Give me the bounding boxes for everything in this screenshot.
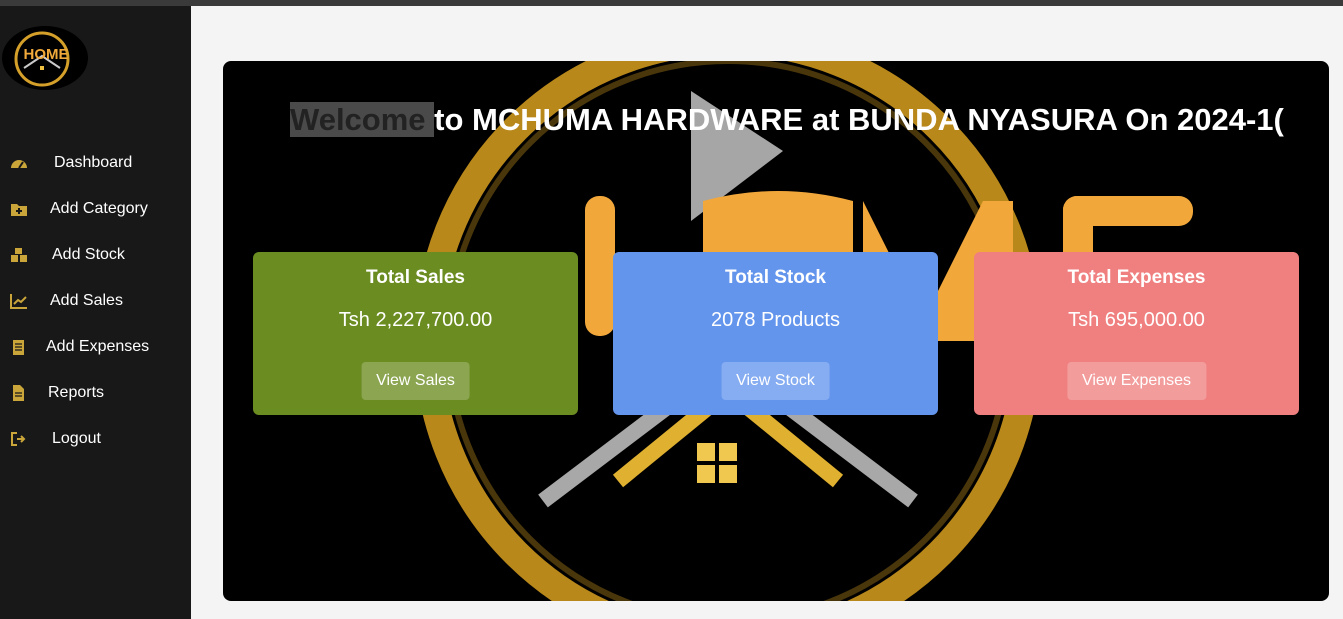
sidebar-item-label: Reports xyxy=(48,384,105,401)
sidebar-item-logout[interactable]: Logout xyxy=(0,416,191,462)
view-expenses-button[interactable]: View Expenses xyxy=(1066,362,1207,400)
sidebar-item-label: Add Expenses xyxy=(46,338,150,355)
home-logo[interactable]: HOME xyxy=(2,26,88,90)
total-expenses-card: Total Expenses Tsh 695,000.00 View Expen… xyxy=(974,252,1299,415)
card-value: Tsh 2,227,700.00 xyxy=(338,309,493,331)
file-text-icon xyxy=(13,385,24,401)
card-title: Total Stock xyxy=(725,267,826,288)
card-title: Total Sales xyxy=(366,267,465,288)
view-stock-button[interactable]: View Stock xyxy=(721,362,830,400)
total-sales-card: Total Sales Tsh 2,227,700.00 View Sales xyxy=(253,252,578,415)
dashboard-panel: Welcome to MCHUMA HARDWARE at BUNDA NYAS… xyxy=(223,61,1329,601)
sidebar-item-label: Dashboard xyxy=(54,154,133,171)
sidebar-item-add-sales[interactable]: Add Sales xyxy=(0,278,191,324)
total-stock-card: Total Stock 2078 Products View Stock xyxy=(613,252,938,415)
card-value: 2078 Products xyxy=(711,309,840,331)
sidebar-item-label: Add Sales xyxy=(50,292,123,309)
sidebar-item-label: Logout xyxy=(52,430,101,447)
svg-text:HOME: HOME xyxy=(24,46,69,63)
welcome-highlight: Welcome xyxy=(290,102,435,137)
card-title: Total Expenses xyxy=(1067,267,1206,288)
boxes-icon xyxy=(11,248,27,262)
sidebar: HOME Dashboard Add Category Add Stock Ad… xyxy=(0,6,191,619)
sign-out-icon xyxy=(11,432,26,446)
sidebar-item-dashboard[interactable]: Dashboard xyxy=(0,140,191,186)
welcome-text: to MCHUMA HARDWARE at BUNDA NYASURA On 2… xyxy=(434,102,1284,137)
line-chart-icon xyxy=(10,294,27,309)
view-sales-button[interactable]: View Sales xyxy=(361,362,470,400)
sidebar-item-add-category[interactable]: Add Category xyxy=(0,186,191,232)
card-value: Tsh 695,000.00 xyxy=(1068,309,1205,331)
sidebar-item-add-expenses[interactable]: Add Expenses xyxy=(0,324,191,370)
browser-top-bar xyxy=(0,0,1343,6)
welcome-marquee: Welcome to MCHUMA HARDWARE at BUNDA NYAS… xyxy=(290,101,1308,141)
dashboard-gauge-icon xyxy=(11,160,27,169)
sidebar-menu: Dashboard Add Category Add Stock Add Sal… xyxy=(0,140,191,462)
clipboard-icon xyxy=(13,340,24,355)
sidebar-item-label: Add Stock xyxy=(52,246,125,263)
sidebar-item-add-stock[interactable]: Add Stock xyxy=(0,232,191,278)
folder-plus-icon xyxy=(11,204,27,216)
sidebar-item-label: Add Category xyxy=(50,200,148,217)
sidebar-item-reports[interactable]: Reports xyxy=(0,370,191,416)
